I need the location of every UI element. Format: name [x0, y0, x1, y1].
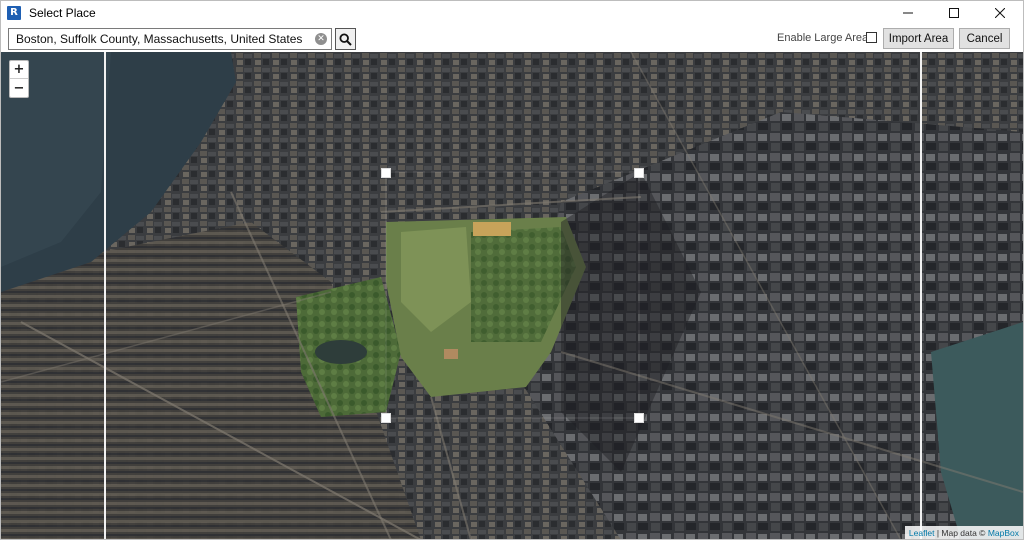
- cancel-button[interactable]: Cancel: [959, 28, 1010, 49]
- toolbar: ✕ Enable Large Areas Import Area Cancel: [1, 25, 1023, 52]
- search-box: ✕: [8, 28, 332, 50]
- close-button[interactable]: [977, 1, 1023, 25]
- maximize-icon: [949, 8, 959, 18]
- close-icon: [995, 8, 1005, 18]
- title-bar: R Select Place: [1, 1, 1023, 25]
- search-icon: [339, 32, 352, 46]
- place-search-input[interactable]: [9, 29, 305, 49]
- clear-search-icon[interactable]: ✕: [315, 33, 327, 45]
- map-attribution: Leaflet | Map data © MapBox: [904, 526, 1023, 539]
- zoom-in-button[interactable]: +: [10, 61, 28, 79]
- selection-handle-top-right[interactable]: [634, 168, 644, 178]
- window-controls: [885, 1, 1023, 25]
- minimize-icon: [903, 12, 913, 14]
- mapbox-link[interactable]: MapBox: [988, 528, 1019, 538]
- satellite-imagery: [1, 52, 1023, 539]
- attribution-text: | Map data ©: [934, 528, 988, 538]
- area-boundary-right: [920, 52, 922, 539]
- zoom-control: + −: [9, 60, 29, 98]
- enable-large-areas-checkbox[interactable]: [866, 32, 877, 43]
- selection-handle-top-left[interactable]: [381, 168, 391, 178]
- area-boundary-left: [104, 52, 106, 539]
- map-view[interactable]: + − Leaflet | Map data © MapBox: [1, 52, 1023, 539]
- selection-handle-bottom-right[interactable]: [634, 413, 644, 423]
- import-area-button[interactable]: Import Area: [883, 28, 954, 49]
- select-place-window: R Select Place ✕ Enable Large Areas: [0, 0, 1024, 540]
- selection-handle-bottom-left[interactable]: [381, 413, 391, 423]
- maximize-button[interactable]: [931, 1, 977, 25]
- app-icon: R: [7, 6, 21, 20]
- window-title: Select Place: [29, 6, 96, 20]
- zoom-out-button[interactable]: −: [10, 79, 28, 97]
- search-button[interactable]: [335, 28, 356, 50]
- enable-large-areas-label: Enable Large Areas: [777, 32, 874, 44]
- leaflet-link[interactable]: Leaflet: [909, 528, 935, 538]
- minimize-button[interactable]: [885, 1, 931, 25]
